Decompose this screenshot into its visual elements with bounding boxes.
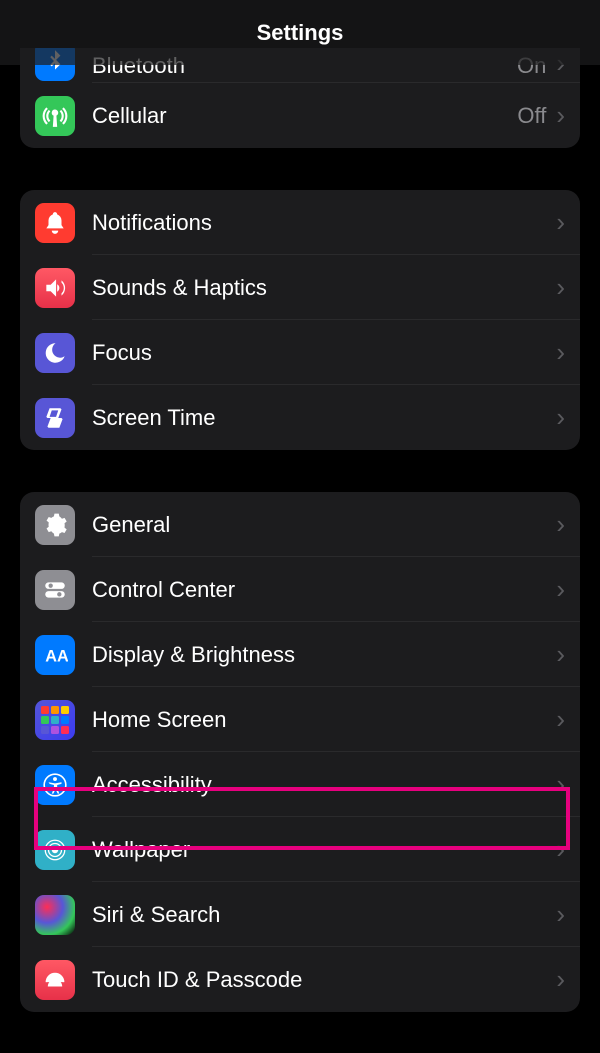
chevron-right-icon: ›	[556, 509, 565, 540]
row-label: Touch ID & Passcode	[92, 967, 556, 993]
row-screen-time[interactable]: Screen Time ›	[20, 385, 580, 450]
display-icon: AA	[35, 635, 75, 675]
settings-group-notifications: Notifications › Sounds & Haptics › Focus…	[20, 190, 580, 450]
chevron-right-icon: ›	[556, 639, 565, 670]
row-accessibility[interactable]: Accessibility ›	[20, 752, 580, 817]
chevron-right-icon: ›	[556, 272, 565, 303]
chevron-right-icon: ›	[556, 769, 565, 800]
notifications-icon	[35, 203, 75, 243]
row-label: Cellular	[92, 103, 517, 129]
chevron-right-icon: ›	[556, 899, 565, 930]
focus-icon	[35, 333, 75, 373]
row-label: Control Center	[92, 577, 556, 603]
row-touch-id-passcode[interactable]: Touch ID & Passcode ›	[20, 947, 580, 1012]
row-notifications[interactable]: Notifications ›	[20, 190, 580, 255]
row-value: Off	[517, 103, 546, 129]
row-focus[interactable]: Focus ›	[20, 320, 580, 385]
chevron-right-icon: ›	[556, 834, 565, 865]
chevron-right-icon: ›	[556, 100, 565, 131]
chevron-right-icon: ›	[556, 207, 565, 238]
row-label: Display & Brightness	[92, 642, 556, 668]
header-bar: Settings	[0, 0, 600, 65]
row-label: Wallpaper	[92, 837, 556, 863]
row-label: Accessibility	[92, 772, 556, 798]
screen-time-icon	[35, 398, 75, 438]
wallpaper-icon	[35, 830, 75, 870]
row-label: Focus	[92, 340, 556, 366]
row-display-brightness[interactable]: AA Display & Brightness ›	[20, 622, 580, 687]
settings-group-general: General › Control Center › AA Display & …	[20, 492, 580, 1012]
cellular-icon	[35, 96, 75, 136]
chevron-right-icon: ›	[556, 964, 565, 995]
row-wallpaper[interactable]: Wallpaper ›	[20, 817, 580, 882]
general-icon	[35, 505, 75, 545]
row-siri-search[interactable]: Siri & Search ›	[20, 882, 580, 947]
svg-text:AA: AA	[45, 647, 68, 665]
page-title: Settings	[257, 20, 344, 46]
row-home-screen[interactable]: Home Screen ›	[20, 687, 580, 752]
row-general[interactable]: General ›	[20, 492, 580, 557]
chevron-right-icon: ›	[556, 402, 565, 433]
settings-scroll-content[interactable]: Bluetooth On › Cellular Off › Notificati…	[0, 0, 600, 1012]
chevron-right-icon: ›	[556, 704, 565, 735]
row-label: Sounds & Haptics	[92, 275, 556, 301]
control-center-icon	[35, 570, 75, 610]
row-label: General	[92, 512, 556, 538]
home-screen-icon	[35, 700, 75, 740]
row-label: Screen Time	[92, 405, 556, 431]
sounds-icon	[35, 268, 75, 308]
row-label: Home Screen	[92, 707, 556, 733]
row-label: Notifications	[92, 210, 556, 236]
row-sounds-haptics[interactable]: Sounds & Haptics ›	[20, 255, 580, 320]
row-cellular[interactable]: Cellular Off ›	[20, 83, 580, 148]
accessibility-icon	[35, 765, 75, 805]
row-label: Siri & Search	[92, 902, 556, 928]
row-control-center[interactable]: Control Center ›	[20, 557, 580, 622]
chevron-right-icon: ›	[556, 574, 565, 605]
chevron-right-icon: ›	[556, 337, 565, 368]
app-grid-icon	[41, 706, 69, 734]
touch-id-icon	[35, 960, 75, 1000]
siri-icon	[35, 895, 75, 935]
